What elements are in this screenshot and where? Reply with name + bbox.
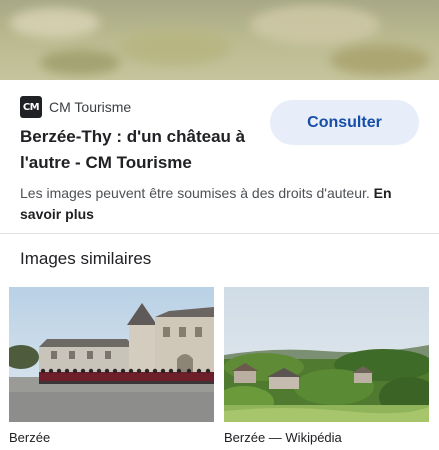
- image-texture: [330, 45, 430, 75]
- source-name: CM Tourisme: [49, 99, 132, 115]
- image-texture: [250, 5, 380, 45]
- similar-image-thumbnail[interactable]: [9, 287, 214, 422]
- copyright-text: Les images peuvent être soumises à des d…: [20, 185, 370, 201]
- source-logo-icon: CM: [20, 96, 42, 118]
- similar-image-caption[interactable]: Berzée: [9, 430, 214, 445]
- similar-image-caption[interactable]: Berzée — Wikipédia: [224, 430, 429, 445]
- similar-image-thumbnail[interactable]: [224, 287, 429, 422]
- source-row[interactable]: CM CM Tourisme: [20, 96, 131, 118]
- result-title[interactable]: Berzée-Thy : d'un château à l'autre - CM…: [20, 124, 265, 176]
- similar-images-heading: Images similaires: [20, 249, 152, 268]
- copyright-notice: Les images peuvent être soumises à des d…: [20, 183, 420, 225]
- image-texture: [120, 30, 230, 65]
- image-texture: [10, 8, 100, 38]
- consult-button[interactable]: Consulter: [270, 100, 419, 145]
- main-image-preview[interactable]: [0, 0, 439, 80]
- divider: [0, 233, 439, 234]
- similar-image-card[interactable]: Berzée: [9, 287, 214, 445]
- similar-image-card[interactable]: Berzée — Wikipédia: [224, 287, 429, 445]
- image-texture: [40, 50, 120, 75]
